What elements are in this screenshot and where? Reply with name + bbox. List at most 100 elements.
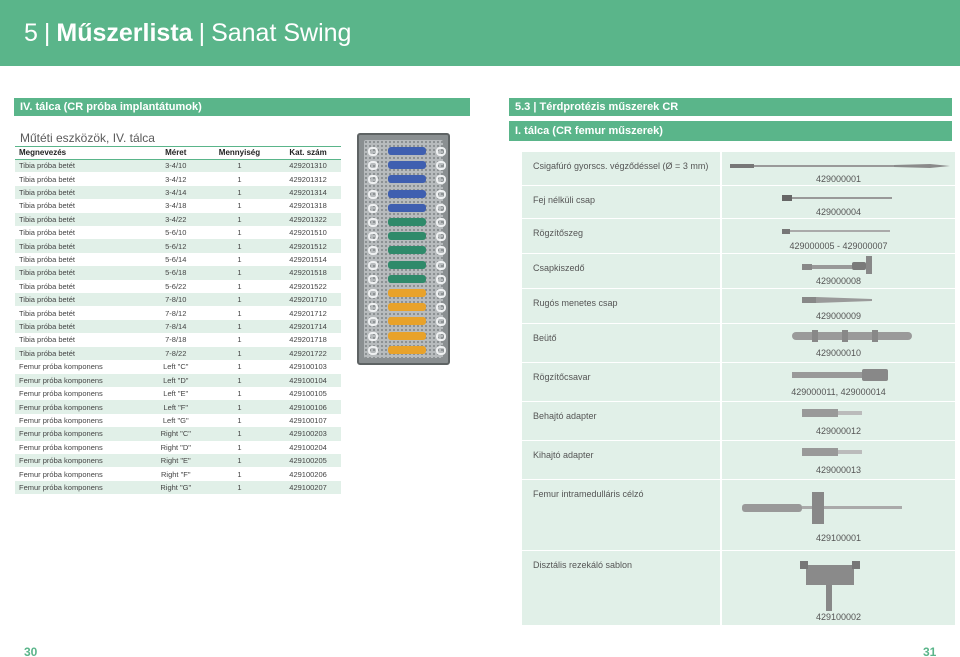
cell-size: Left "G" <box>162 415 189 425</box>
instrument-name: Rögzítőcsavar <box>522 363 720 401</box>
cell-quantity: 1 <box>203 453 276 468</box>
column-header-quantity: Mennyiség <box>203 147 276 160</box>
table-row: Femur próba komponens Right "G" 1 429100207 <box>15 480 341 495</box>
cell-quantity: 1 <box>203 373 276 387</box>
section-title: 5.3 | Térdprotézis műszerek CR <box>515 101 679 113</box>
table-row: Tibia próba betét 7-8/12 1 429201712 <box>15 306 341 319</box>
cell-catalog: 429201712 <box>289 308 327 318</box>
instrument-catalog-number: 429000011, 429000014 <box>791 387 886 397</box>
instrument-name: Behajtó adapter <box>522 402 720 440</box>
tray-clip <box>436 289 446 298</box>
instrument-image-cell: 429000013 <box>722 441 955 479</box>
cell-size: 3-4/14 <box>147 185 204 200</box>
table-row: Femur próba komponens Right "F" 1 429100206 <box>15 467 341 480</box>
cell-catalog: 429201512 <box>275 239 341 253</box>
cell-name: Tibia próba betét <box>19 335 76 345</box>
tray-slot <box>368 174 446 185</box>
cell-quantity: 1 <box>203 239 276 253</box>
cell-quantity: 1 <box>203 480 276 495</box>
cell-name: Femur próba komponens <box>19 415 103 425</box>
tray-iv-subtitle: Műtéti eszközök, IV. tálca <box>20 131 155 145</box>
cell-catalog: 429201718 <box>289 335 327 345</box>
instrument-name: Disztális rezekáló sablon <box>522 551 720 625</box>
cell-size: 7-8/12 <box>165 308 187 318</box>
cell-name: Tibia próba betét <box>19 228 76 238</box>
tibia-trial-insert <box>388 246 426 255</box>
cell-catalog: 429100107 <box>289 415 327 425</box>
cell-size: 7-8/14 <box>147 319 204 334</box>
tray-clip <box>436 175 446 185</box>
tray-clip <box>368 232 378 242</box>
table-row: Tibia próba betét 5-6/18 1 429201518 <box>15 266 341 280</box>
page-number-right: 31 <box>923 645 937 657</box>
cell-catalog: 429100106 <box>275 400 341 414</box>
cell-size: 5-6/10 <box>165 228 187 238</box>
tibia-trial-insert <box>388 260 426 269</box>
cell-size: Right "F" <box>161 469 191 479</box>
cell-size: Right "E" <box>147 453 204 468</box>
instrument-image-cell: 429000001 <box>722 152 955 185</box>
table-row: Tibia próba betét 3-4/22 1 429201322 <box>15 212 341 227</box>
tray-clip <box>368 189 378 199</box>
table-row: Tibia próba betét 5-6/22 1 429201522 <box>15 280 341 293</box>
cell-quantity: 1 <box>237 389 242 399</box>
cell-size: Right "D" <box>160 442 191 452</box>
cell-quantity: 1 <box>203 427 276 441</box>
tray-clip <box>436 317 446 327</box>
tray-photo <box>357 133 450 365</box>
cell-quantity: 1 <box>237 442 242 452</box>
cell-name: Tibia próba betét <box>19 255 76 265</box>
table-row: Tibia próba betét 7-8/10 1 429201710 <box>15 293 341 307</box>
cell-name: Tibia próba betét <box>15 239 148 253</box>
tray-clip <box>436 260 446 270</box>
page-number-left: 30 <box>24 645 38 657</box>
tray-clip <box>436 232 446 242</box>
cell-catalog: 429201318 <box>289 201 327 211</box>
instrument-name: Csigafúró gyorscs. végződéssel (Ø = 3 mm… <box>522 152 720 185</box>
tray-i-title-bar: I. tálca (CR femur műszerek) <box>509 121 952 141</box>
cell-name: Femur próba komponens <box>15 453 148 468</box>
chapter-title: Műszerlista <box>56 19 193 47</box>
tray-slot <box>368 160 446 171</box>
cell-quantity: 1 <box>203 346 276 361</box>
cell-quantity: 1 <box>237 174 242 184</box>
cell-quantity: 1 <box>203 319 276 334</box>
tray-clip <box>368 303 378 313</box>
cell-catalog: 429100103 <box>289 362 327 372</box>
table-row: Femur próba komponens Left "D" 1 429100104 <box>15 373 341 387</box>
tray-clip <box>368 161 378 171</box>
tibia-trial-insert <box>388 232 426 241</box>
cell-quantity: 1 <box>203 185 276 200</box>
tray-clip <box>436 218 446 227</box>
cell-name: Femur próba komponens <box>15 373 148 387</box>
instrument-image-cell: 429000012 <box>722 402 955 440</box>
table-row: Tibia próba betét 3-4/18 1 429201318 <box>15 199 341 212</box>
tray-clip <box>436 331 446 341</box>
cell-catalog: 429201518 <box>275 266 341 280</box>
cell-size: 5-6/22 <box>165 281 187 291</box>
tray-clip <box>436 246 446 256</box>
instrument-image-cell: 429100001 <box>722 480 955 550</box>
cell-name: Femur próba komponens <box>19 469 103 479</box>
tibia-trial-insert <box>388 317 426 326</box>
cell-size: Right "G" <box>147 480 204 495</box>
cell-quantity: 1 <box>237 308 242 318</box>
cell-catalog: 429100104 <box>275 373 341 387</box>
cell-quantity: 1 <box>203 212 276 227</box>
cell-catalog: 429100205 <box>275 453 341 468</box>
cell-size: 3-4/10 <box>147 159 204 173</box>
cell-name: Tibia próba betét <box>19 174 76 184</box>
cell-size: 7-8/22 <box>147 346 204 361</box>
tray-iv-title: IV. tálca (CR próba implantátumok) <box>20 101 202 113</box>
tray-clip <box>368 331 378 341</box>
tray-clip <box>436 303 446 313</box>
tibia-trial-insert <box>388 345 426 354</box>
cell-quantity: 1 <box>203 159 276 173</box>
instrument-row: Csapkiszedő 429000008 <box>522 254 955 288</box>
table-row: Femur próba komponens Right "C" 1 429100203 <box>15 427 341 441</box>
instrument-name: Rögzítőszeg <box>522 219 720 253</box>
instrument-catalog-number: 429000001 <box>815 174 862 184</box>
section-title-bar: 5.3 | Térdprotézis műszerek CR <box>509 98 952 116</box>
instrument-catalog-number: 429000009 <box>815 311 862 321</box>
cell-catalog: 429201714 <box>275 319 341 334</box>
